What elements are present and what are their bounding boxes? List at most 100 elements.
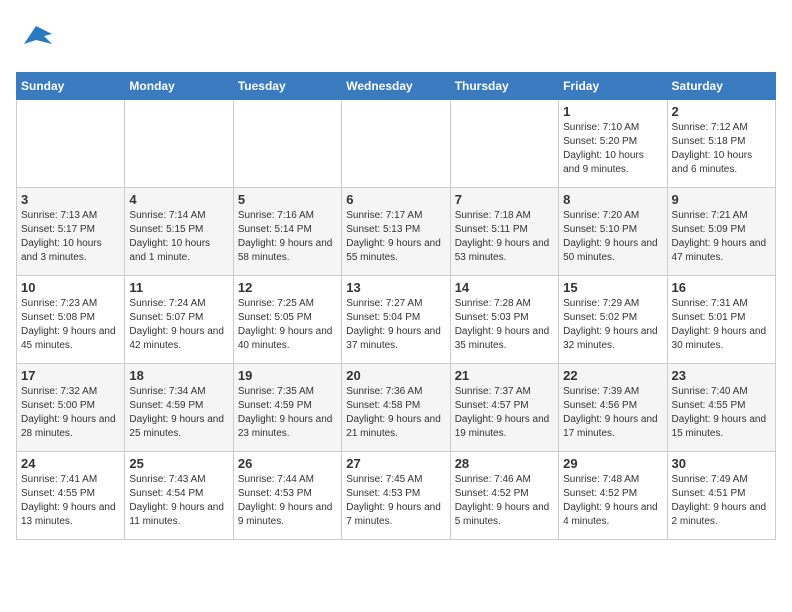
calendar-cell: 18 Sunrise: 7:34 AM Sunset: 4:59 PM Dayli…	[125, 364, 233, 452]
day-info: Sunrise: 7:32 AM Sunset: 5:00 PM Dayligh…	[21, 385, 120, 441]
calendar-cell: 13 Sunrise: 7:27 AM Sunset: 5:04 PM Dayli…	[342, 276, 450, 364]
day-info: Sunrise: 7:48 AM Sunset: 4:52 PM Dayligh…	[563, 473, 662, 529]
day-number: 20	[346, 368, 445, 383]
week-row-0: 1 Sunrise: 7:10 AM Sunset: 5:20 PM Daylig…	[17, 100, 776, 188]
day-info: Sunrise: 7:34 AM Sunset: 4:59 PM Dayligh…	[129, 385, 228, 441]
logo-icon	[16, 16, 60, 60]
day-number: 30	[672, 456, 771, 471]
day-number: 1	[563, 104, 662, 119]
day-number: 4	[129, 192, 228, 207]
day-header-monday: Monday	[125, 73, 233, 100]
calendar-cell: 16Sunrise: 7:31 AM Sunset: 5:01 PM Dayli…	[667, 276, 775, 364]
day-number: 17	[21, 368, 120, 383]
calendar-cell: 29 Sunrise: 7:48 AM Sunset: 4:52 PM Dayli…	[559, 452, 667, 540]
week-row-4: 24 Sunrise: 7:41 AM Sunset: 4:55 PM Dayli…	[17, 452, 776, 540]
calendar-cell: 17 Sunrise: 7:32 AM Sunset: 5:00 PM Dayli…	[17, 364, 125, 452]
calendar-cell: 30 Sunrise: 7:49 AM Sunset: 4:51 PM Dayli…	[667, 452, 775, 540]
calendar-cell: 12Sunrise: 7:25 AM Sunset: 5:05 PM Dayli…	[233, 276, 341, 364]
day-info: Sunrise: 7:21 AM Sunset: 5:09 PM Dayligh…	[672, 209, 771, 265]
day-info: Sunrise: 7:37 AM Sunset: 4:57 PM Dayligh…	[455, 385, 554, 441]
day-info: Sunrise: 7:14 AM Sunset: 5:15 PM Dayligh…	[129, 209, 228, 265]
day-number: 11	[129, 280, 228, 295]
day-header-sunday: Sunday	[17, 73, 125, 100]
day-info: Sunrise: 7:23 AM Sunset: 5:08 PM Dayligh…	[21, 297, 120, 353]
calendar-cell	[450, 100, 558, 188]
calendar-cell: 14 Sunrise: 7:28 AM Sunset: 5:03 PM Dayli…	[450, 276, 558, 364]
calendar-cell: 24 Sunrise: 7:41 AM Sunset: 4:55 PM Dayli…	[17, 452, 125, 540]
calendar-cell: 3 Sunrise: 7:13 AM Sunset: 5:17 PM Daylig…	[17, 188, 125, 276]
calendar-cell	[17, 100, 125, 188]
day-info: Sunrise: 7:17 AM Sunset: 5:13 PM Dayligh…	[346, 209, 445, 265]
calendar-table: SundayMondayTuesdayWednesdayThursdayFrid…	[16, 72, 776, 540]
day-info: Sunrise: 7:31 AM Sunset: 5:01 PM Dayligh…	[672, 297, 771, 353]
day-number: 14	[455, 280, 554, 295]
day-info: Sunrise: 7:43 AM Sunset: 4:54 PM Dayligh…	[129, 473, 228, 529]
day-number: 21	[455, 368, 554, 383]
day-info: Sunrise: 7:12 AM Sunset: 5:18 PM Dayligh…	[672, 121, 771, 177]
day-info: Sunrise: 7:18 AM Sunset: 5:11 PM Dayligh…	[455, 209, 554, 265]
calendar-cell: 7 Sunrise: 7:18 AM Sunset: 5:11 PM Daylig…	[450, 188, 558, 276]
day-info: Sunrise: 7:29 AM Sunset: 5:02 PM Dayligh…	[563, 297, 662, 353]
logo	[16, 16, 64, 60]
day-header-tuesday: Tuesday	[233, 73, 341, 100]
day-number: 2	[672, 104, 771, 119]
day-info: Sunrise: 7:35 AM Sunset: 4:59 PM Dayligh…	[238, 385, 337, 441]
day-number: 8	[563, 192, 662, 207]
day-info: Sunrise: 7:45 AM Sunset: 4:53 PM Dayligh…	[346, 473, 445, 529]
day-info: Sunrise: 7:10 AM Sunset: 5:20 PM Dayligh…	[563, 121, 662, 177]
day-number: 25	[129, 456, 228, 471]
day-number: 12	[238, 280, 337, 295]
calendar-cell: 25 Sunrise: 7:43 AM Sunset: 4:54 PM Dayli…	[125, 452, 233, 540]
calendar-cell: 6 Sunrise: 7:17 AM Sunset: 5:13 PM Daylig…	[342, 188, 450, 276]
calendar-cell: 4 Sunrise: 7:14 AM Sunset: 5:15 PM Daylig…	[125, 188, 233, 276]
calendar-cell: 19 Sunrise: 7:35 AM Sunset: 4:59 PM Dayli…	[233, 364, 341, 452]
calendar-cell: 1 Sunrise: 7:10 AM Sunset: 5:20 PM Daylig…	[559, 100, 667, 188]
calendar-cell	[342, 100, 450, 188]
day-number: 6	[346, 192, 445, 207]
day-info: Sunrise: 7:28 AM Sunset: 5:03 PM Dayligh…	[455, 297, 554, 353]
calendar-cell: 20Sunrise: 7:36 AM Sunset: 4:58 PM Dayli…	[342, 364, 450, 452]
week-row-3: 17 Sunrise: 7:32 AM Sunset: 5:00 PM Dayli…	[17, 364, 776, 452]
day-number: 23	[672, 368, 771, 383]
calendar-cell: 28 Sunrise: 7:46 AM Sunset: 4:52 PM Dayli…	[450, 452, 558, 540]
calendar-cell: 27 Sunrise: 7:45 AM Sunset: 4:53 PM Dayli…	[342, 452, 450, 540]
calendar-cell: 15 Sunrise: 7:29 AM Sunset: 5:02 PM Dayli…	[559, 276, 667, 364]
day-info: Sunrise: 7:39 AM Sunset: 4:56 PM Dayligh…	[563, 385, 662, 441]
day-number: 10	[21, 280, 120, 295]
day-number: 5	[238, 192, 337, 207]
day-number: 26	[238, 456, 337, 471]
day-info: Sunrise: 7:20 AM Sunset: 5:10 PM Dayligh…	[563, 209, 662, 265]
day-header-thursday: Thursday	[450, 73, 558, 100]
day-number: 13	[346, 280, 445, 295]
day-header-wednesday: Wednesday	[342, 73, 450, 100]
day-info: Sunrise: 7:24 AM Sunset: 5:07 PM Dayligh…	[129, 297, 228, 353]
day-number: 7	[455, 192, 554, 207]
calendar-cell: 23 Sunrise: 7:40 AM Sunset: 4:55 PM Dayli…	[667, 364, 775, 452]
day-number: 3	[21, 192, 120, 207]
calendar-header-row: SundayMondayTuesdayWednesdayThursdayFrid…	[17, 73, 776, 100]
day-info: Sunrise: 7:41 AM Sunset: 4:55 PM Dayligh…	[21, 473, 120, 529]
calendar-cell	[233, 100, 341, 188]
day-number: 28	[455, 456, 554, 471]
day-number: 18	[129, 368, 228, 383]
day-info: Sunrise: 7:49 AM Sunset: 4:51 PM Dayligh…	[672, 473, 771, 529]
calendar-cell	[125, 100, 233, 188]
day-number: 9	[672, 192, 771, 207]
day-number: 15	[563, 280, 662, 295]
day-header-friday: Friday	[559, 73, 667, 100]
calendar-cell: 5Sunrise: 7:16 AM Sunset: 5:14 PM Daylig…	[233, 188, 341, 276]
day-info: Sunrise: 7:44 AM Sunset: 4:53 PM Dayligh…	[238, 473, 337, 529]
day-number: 29	[563, 456, 662, 471]
day-number: 19	[238, 368, 337, 383]
day-info: Sunrise: 7:13 AM Sunset: 5:17 PM Dayligh…	[21, 209, 120, 265]
calendar-cell: 10 Sunrise: 7:23 AM Sunset: 5:08 PM Dayli…	[17, 276, 125, 364]
calendar-cell: 21 Sunrise: 7:37 AM Sunset: 4:57 PM Dayli…	[450, 364, 558, 452]
day-info: Sunrise: 7:40 AM Sunset: 4:55 PM Dayligh…	[672, 385, 771, 441]
day-info: Sunrise: 7:27 AM Sunset: 5:04 PM Dayligh…	[346, 297, 445, 353]
day-info: Sunrise: 7:46 AM Sunset: 4:52 PM Dayligh…	[455, 473, 554, 529]
day-number: 27	[346, 456, 445, 471]
day-number: 24	[21, 456, 120, 471]
day-header-saturday: Saturday	[667, 73, 775, 100]
calendar-cell: 22Sunrise: 7:39 AM Sunset: 4:56 PM Dayli…	[559, 364, 667, 452]
calendar-cell: 8 Sunrise: 7:20 AM Sunset: 5:10 PM Daylig…	[559, 188, 667, 276]
